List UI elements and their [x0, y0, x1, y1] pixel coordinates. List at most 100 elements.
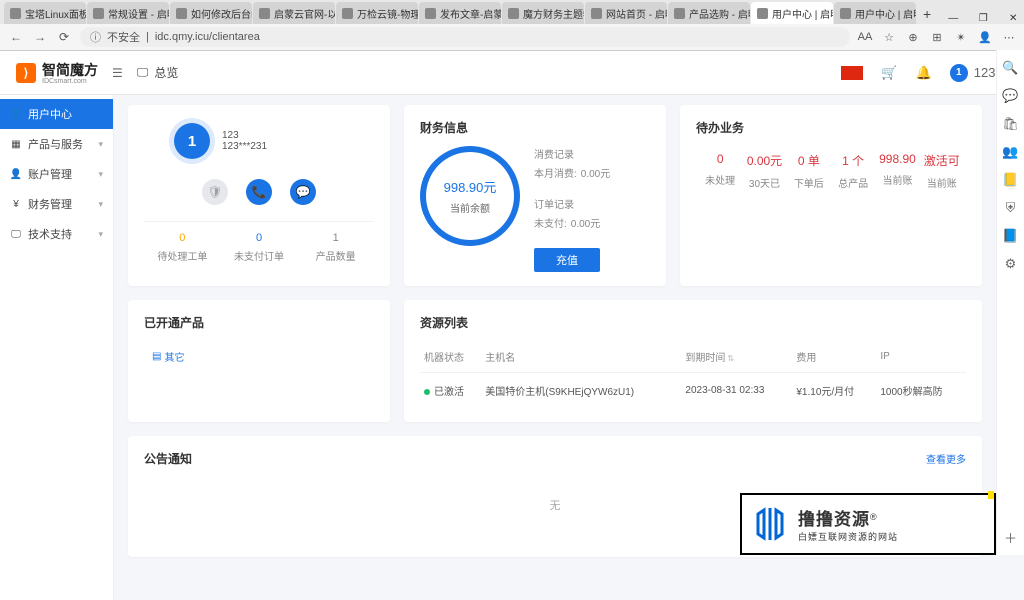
- address-right-controls: AA ☆ ⊕ ⊞ ✴ 👤 ⋯: [858, 30, 1016, 44]
- tab[interactable]: 用户中心 | 启明×: [834, 2, 916, 24]
- people-icon[interactable]: 👥: [1003, 144, 1019, 160]
- url-text: idc.qmy.icu/clientarea: [155, 31, 260, 43]
- col-expire[interactable]: 到期时间⇅: [681, 341, 792, 373]
- text-size-icon[interactable]: AA: [858, 30, 872, 44]
- view-more-link[interactable]: 查看更多: [926, 451, 966, 466]
- chevron-down-icon: ▾: [98, 169, 103, 180]
- nav-products[interactable]: ▦产品与服务▾: [0, 129, 113, 159]
- account-icon: 👤: [10, 168, 22, 180]
- stat-tickets[interactable]: 0待处理工单: [144, 232, 221, 263]
- todo-item[interactable]: 1 个总产品: [831, 152, 875, 190]
- resource-list-card: 资源列表 机器状态 主机名 到期时间⇅ 费用 IP 已激活 美国特价主机(S9K…: [404, 300, 982, 422]
- tab[interactable]: 网站首页 - 启明×: [585, 2, 667, 24]
- todo-title: 待办业务: [696, 119, 966, 136]
- collections-icon[interactable]: ⊕: [906, 30, 920, 44]
- nav-account[interactable]: 👤账户管理▾: [0, 159, 113, 189]
- favicon: [591, 8, 602, 19]
- notebook-icon[interactable]: 📒: [1003, 172, 1019, 188]
- spend-value: 0.00元: [581, 165, 610, 180]
- nav-user-center[interactable]: 👤用户中心: [0, 99, 113, 129]
- shield-icon[interactable]: ⛨: [1003, 200, 1019, 216]
- other-category[interactable]: ▤其它: [148, 347, 188, 366]
- forward-button[interactable]: →: [32, 30, 48, 44]
- username: 123: [974, 65, 996, 80]
- nav-finance[interactable]: ¥财务管理▾: [0, 189, 113, 219]
- watermark-name: 撸撸资源: [798, 510, 870, 529]
- favicon: [342, 8, 353, 19]
- browser-chrome: 宝塔Linux面板× 常规设置 - 启明× 如何修改后台的× 启蒙云官网-以IT…: [0, 0, 1024, 51]
- more-icon[interactable]: ⋯: [1002, 30, 1016, 44]
- todo-item[interactable]: 998.90当前账: [875, 152, 919, 190]
- balance-label: 当前余额: [450, 200, 490, 215]
- message-icon[interactable]: 💬: [290, 179, 316, 205]
- overview-link[interactable]: 🖵总览: [137, 64, 179, 81]
- gear-icon[interactable]: ⚙: [1003, 256, 1019, 272]
- menu-toggle-icon[interactable]: ☰: [112, 66, 123, 80]
- profile-icon[interactable]: 👤: [978, 30, 992, 44]
- info-icon[interactable]: ⓘ: [90, 29, 101, 45]
- tab[interactable]: 万检云镜-物理服×: [336, 2, 418, 24]
- col-status: 机器状态: [420, 341, 481, 373]
- resource-table: 机器状态 主机名 到期时间⇅ 费用 IP 已激活 美国特价主机(S9KHEjQY…: [420, 341, 966, 408]
- todo-item[interactable]: 0 单下单后: [787, 152, 831, 190]
- security-status: 不安全: [107, 29, 140, 45]
- table-row[interactable]: 已激活 美国特价主机(S9KHEjQYW6zU1) 2023-08-31 02:…: [420, 373, 966, 409]
- watermark-logo: [750, 504, 790, 544]
- logo[interactable]: ⟩ 智简魔方IDCsmart.com: [16, 60, 98, 85]
- tab[interactable]: 魔方财务主题特×: [502, 2, 584, 24]
- tab[interactable]: 启蒙云官网-以IT×: [253, 2, 335, 24]
- tab-active[interactable]: 用户中心 | 启明×: [751, 2, 833, 24]
- brand-name: 智简魔方: [42, 62, 98, 78]
- favorite-icon[interactable]: ☆: [882, 30, 896, 44]
- maximize-button[interactable]: ❐: [968, 13, 998, 24]
- address-bar[interactable]: ⓘ 不安全 | idc.qmy.icu/clientarea: [80, 27, 850, 47]
- avatar-large: 1: [174, 123, 210, 159]
- extensions-icon[interactable]: ✴: [954, 30, 968, 44]
- edge-sidebar: 🔍 💬 🛍 👥 📒 ⛨ 📘 ⚙ ＋: [996, 50, 1024, 555]
- recharge-button[interactable]: 充值: [534, 248, 600, 272]
- phone-icon[interactable]: 📞: [246, 179, 272, 205]
- order-title: 订单记录: [534, 196, 610, 211]
- todo-item[interactable]: 激活可当前账: [920, 152, 964, 190]
- opened-title: 已开通产品: [144, 314, 374, 331]
- minimize-button[interactable]: —: [938, 13, 968, 24]
- add-icon[interactable]: ＋: [1003, 529, 1019, 545]
- finance-icon: ¥: [10, 198, 22, 210]
- col-host: 主机名: [481, 341, 681, 373]
- col-cost: 费用: [792, 341, 876, 373]
- cart-icon[interactable]: 🛒: [881, 65, 897, 81]
- brand-sub: IDCsmart.com: [42, 78, 98, 85]
- language-flag[interactable]: [841, 66, 863, 80]
- monitor-icon: 🖵: [137, 65, 149, 80]
- tab[interactable]: 宝塔Linux面板×: [4, 2, 86, 24]
- favicon: [757, 8, 768, 19]
- notice-title: 公告通知: [144, 450, 192, 467]
- stat-products[interactable]: 1产品数量: [297, 232, 374, 263]
- tab[interactable]: 产品选购 - 启明×: [668, 2, 750, 24]
- search-icon[interactable]: 🔍: [1003, 60, 1019, 76]
- apps-icon[interactable]: ⊞: [930, 30, 944, 44]
- new-tab-button[interactable]: +: [917, 4, 937, 24]
- nav-support[interactable]: 🖵技术支持▾: [0, 219, 113, 249]
- finance-card: 财务信息 998.90元 当前余额 消费记录 本月消费:0.00元 订单记录 未…: [404, 105, 666, 286]
- bell-icon[interactable]: 🔔: [916, 65, 932, 81]
- back-button[interactable]: ←: [8, 30, 24, 44]
- tab[interactable]: 常规设置 - 启明×: [87, 2, 169, 24]
- grid-icon: ▦: [10, 138, 22, 150]
- tab[interactable]: 如何修改后台的×: [170, 2, 252, 24]
- avatar: 1: [950, 64, 968, 82]
- watermark: 撸撸资源® 白嫖互联网资源的网站: [740, 493, 996, 555]
- chat-icon[interactable]: 💬: [1003, 88, 1019, 104]
- topbar-right: 🛒 🔔 1 123 ▾: [841, 64, 1008, 82]
- refresh-button[interactable]: ⟳: [56, 30, 72, 44]
- shield-icon[interactable]: 🛡: [202, 179, 228, 205]
- tab[interactable]: 发布文章-启蒙×: [419, 2, 501, 24]
- todo-item[interactable]: 0.00元30天已: [742, 152, 786, 190]
- shopping-icon[interactable]: 🛍: [1003, 116, 1019, 132]
- watermark-sub: 白嫖互联网资源的网站: [798, 530, 898, 543]
- stat-unpaid[interactable]: 0未支付订单: [221, 232, 298, 263]
- book-icon[interactable]: 📘: [1003, 228, 1019, 244]
- todo-item[interactable]: 0未处理: [698, 152, 742, 190]
- close-window-button[interactable]: ✕: [998, 13, 1024, 24]
- balance-ring: 998.90元 当前余额: [420, 146, 520, 246]
